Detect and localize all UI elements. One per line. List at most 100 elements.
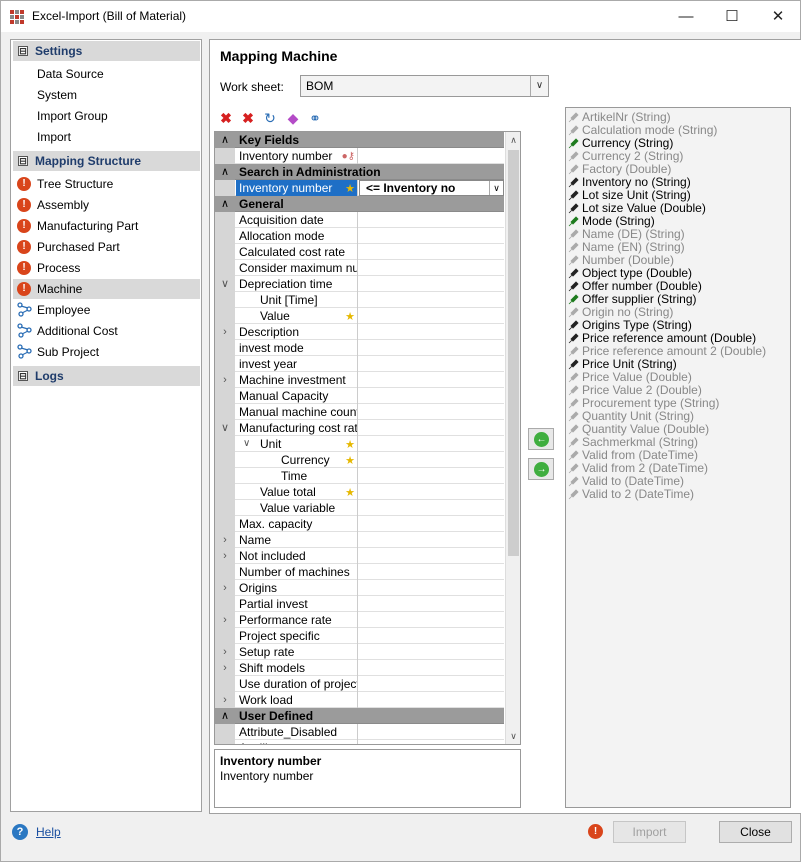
mapping-value-cell[interactable] bbox=[359, 292, 504, 308]
chevron-down-icon[interactable]: ∨ bbox=[489, 181, 503, 195]
grid-field-row[interactable]: Calculated cost rate bbox=[215, 244, 504, 260]
delete-all-icon[interactable]: ✖ bbox=[240, 110, 256, 126]
grid-field-row[interactable]: Unit [Time] bbox=[215, 292, 504, 308]
grid-field-row[interactable]: › Setup rate bbox=[215, 644, 504, 660]
vertical-scrollbar[interactable]: ∧ ∨ bbox=[505, 132, 520, 744]
mapping-value-cell[interactable] bbox=[359, 612, 504, 628]
expand-toggle-icon[interactable]: › bbox=[215, 532, 235, 548]
grid-field-row[interactable]: › Name bbox=[215, 532, 504, 548]
close-window-button[interactable]: ✕ bbox=[755, 1, 801, 32]
assign-left-button[interactable]: ← bbox=[528, 428, 554, 450]
mapping-value-cell[interactable] bbox=[359, 676, 504, 692]
mapping-value-cell[interactable] bbox=[359, 436, 504, 452]
expand-toggle-icon[interactable]: › bbox=[215, 324, 235, 340]
mapping-value-cell[interactable] bbox=[359, 548, 504, 564]
mapping-value-cell[interactable] bbox=[359, 484, 504, 500]
grid-field-row[interactable]: Value ★ bbox=[215, 308, 504, 324]
grid-field-row[interactable]: Time bbox=[215, 468, 504, 484]
nav-structure-item[interactable]: ! Process bbox=[13, 258, 200, 278]
mapping-value-cell[interactable] bbox=[359, 388, 504, 404]
grid-field-row[interactable]: › Machine investment bbox=[215, 372, 504, 388]
mapping-value-cell[interactable] bbox=[359, 740, 504, 744]
expand-toggle-icon[interactable]: ∧ bbox=[215, 132, 235, 148]
grid-field-row[interactable]: Max. capacity bbox=[215, 516, 504, 532]
nav-structure-item[interactable]: ! Machine bbox=[13, 279, 200, 299]
help-icon[interactable]: ? bbox=[12, 824, 28, 840]
mapping-value-cell[interactable] bbox=[359, 148, 504, 164]
mapping-value-cell[interactable] bbox=[359, 212, 504, 228]
section-mapping-structure[interactable]: ⊟ Mapping Structure bbox=[13, 151, 200, 171]
grid-field-row[interactable]: › Shift models bbox=[215, 660, 504, 676]
nav-structure-item[interactable]: ! Manufacturing Part bbox=[13, 216, 200, 236]
scroll-up-icon[interactable]: ∧ bbox=[506, 132, 520, 148]
expand-toggle-icon[interactable]: ∧ bbox=[215, 196, 235, 212]
section-logs[interactable]: ⊟ Logs bbox=[13, 366, 200, 386]
nav-import-group[interactable]: Import Group bbox=[13, 106, 200, 126]
nav-structure-item[interactable]: Sub Project bbox=[13, 342, 200, 362]
mapping-value-cell[interactable] bbox=[359, 244, 504, 260]
minimize-button[interactable]: — bbox=[663, 1, 709, 32]
grid-field-row[interactable]: Project specific bbox=[215, 628, 504, 644]
collapse-icon[interactable]: ⊟ bbox=[18, 46, 28, 56]
nav-system[interactable]: System bbox=[13, 85, 200, 105]
close-button[interactable]: Close bbox=[719, 821, 792, 843]
mapping-value-cell[interactable] bbox=[359, 628, 504, 644]
scroll-down-icon[interactable]: ∨ bbox=[506, 728, 520, 744]
expand-toggle-icon[interactable]: ∧ bbox=[215, 708, 235, 724]
link-icon[interactable]: ⚭ bbox=[307, 110, 323, 126]
grid-field-row[interactable]: Use duration of projects bbox=[215, 676, 504, 692]
expand-toggle-icon[interactable]: › bbox=[215, 580, 235, 596]
error-icon[interactable]: ! bbox=[588, 824, 603, 839]
grid-category-row[interactable]: ∧ Key Fields bbox=[215, 132, 504, 148]
collapse-icon[interactable]: ⊟ bbox=[18, 156, 28, 166]
mapping-value-select[interactable]: <= Inventory no ∨ bbox=[359, 180, 504, 196]
expand-toggle-icon[interactable]: ∨ bbox=[215, 276, 235, 292]
grid-field-row[interactable]: Manual Capacity bbox=[215, 388, 504, 404]
grid-field-row[interactable]: Number of machines bbox=[215, 564, 504, 580]
chevron-down-icon[interactable]: ∨ bbox=[243, 436, 250, 452]
expand-toggle-icon[interactable]: › bbox=[215, 372, 235, 388]
grid-field-row[interactable]: › Work load bbox=[215, 692, 504, 708]
expand-toggle-icon[interactable]: › bbox=[215, 644, 235, 660]
expand-toggle-icon[interactable]: › bbox=[215, 692, 235, 708]
grid-field-row[interactable]: invest mode bbox=[215, 340, 504, 356]
grid-category-row[interactable]: ∧ General bbox=[215, 196, 504, 212]
import-button[interactable]: Import bbox=[613, 821, 686, 843]
grid-field-row[interactable]: Acquisition date bbox=[215, 212, 504, 228]
grid-field-row[interactable]: › Performance rate bbox=[215, 612, 504, 628]
nav-import[interactable]: Import bbox=[13, 127, 200, 147]
mapping-value-cell[interactable] bbox=[359, 564, 504, 580]
mapping-value-cell[interactable] bbox=[359, 644, 504, 660]
grid-category-row[interactable]: ∧ Search in Administration bbox=[215, 164, 504, 180]
mapping-value-cell[interactable] bbox=[359, 724, 504, 740]
grid-field-row[interactable]: invest year bbox=[215, 356, 504, 372]
mapping-value-cell[interactable] bbox=[359, 308, 504, 324]
refresh-icon[interactable]: ↻ bbox=[262, 110, 278, 126]
assign-right-button[interactable]: → bbox=[528, 458, 554, 480]
mapping-value-cell[interactable] bbox=[359, 660, 504, 676]
mapping-value-cell[interactable] bbox=[359, 260, 504, 276]
delete-icon[interactable]: ✖ bbox=[218, 110, 234, 126]
mapping-value-cell[interactable] bbox=[359, 580, 504, 596]
grid-category-row[interactable]: ∧ User Defined bbox=[215, 708, 504, 724]
expand-toggle-icon[interactable]: ∧ bbox=[215, 164, 235, 180]
nav-structure-item[interactable]: Additional Cost bbox=[13, 321, 200, 341]
mapping-value-cell[interactable] bbox=[359, 228, 504, 244]
nav-structure-item[interactable]: ! Assembly bbox=[13, 195, 200, 215]
mapping-value-cell[interactable] bbox=[359, 324, 504, 340]
grid-field-row[interactable]: Allocation mode bbox=[215, 228, 504, 244]
grid-field-row[interactable]: › Description bbox=[215, 324, 504, 340]
grid-field-row[interactable]: Inventory number ★ <= Inventory no ∨ bbox=[215, 180, 504, 196]
grid-field-row[interactable]: › Not included bbox=[215, 548, 504, 564]
grid-field-row[interactable]: Partial invest bbox=[215, 596, 504, 612]
mapping-value-cell[interactable] bbox=[359, 532, 504, 548]
collapse-icon[interactable]: ⊟ bbox=[18, 371, 28, 381]
expand-toggle-icon[interactable]: ∨ bbox=[215, 420, 235, 436]
mapping-value-cell[interactable] bbox=[359, 372, 504, 388]
nav-structure-item[interactable]: Employee bbox=[13, 300, 200, 320]
nav-data-source[interactable]: Data Source bbox=[13, 64, 200, 84]
nav-structure-item[interactable]: ! Purchased Part bbox=[13, 237, 200, 257]
expand-toggle-icon[interactable]: › bbox=[215, 612, 235, 628]
mapping-value-cell[interactable] bbox=[359, 692, 504, 708]
mapping-value-cell[interactable] bbox=[359, 596, 504, 612]
